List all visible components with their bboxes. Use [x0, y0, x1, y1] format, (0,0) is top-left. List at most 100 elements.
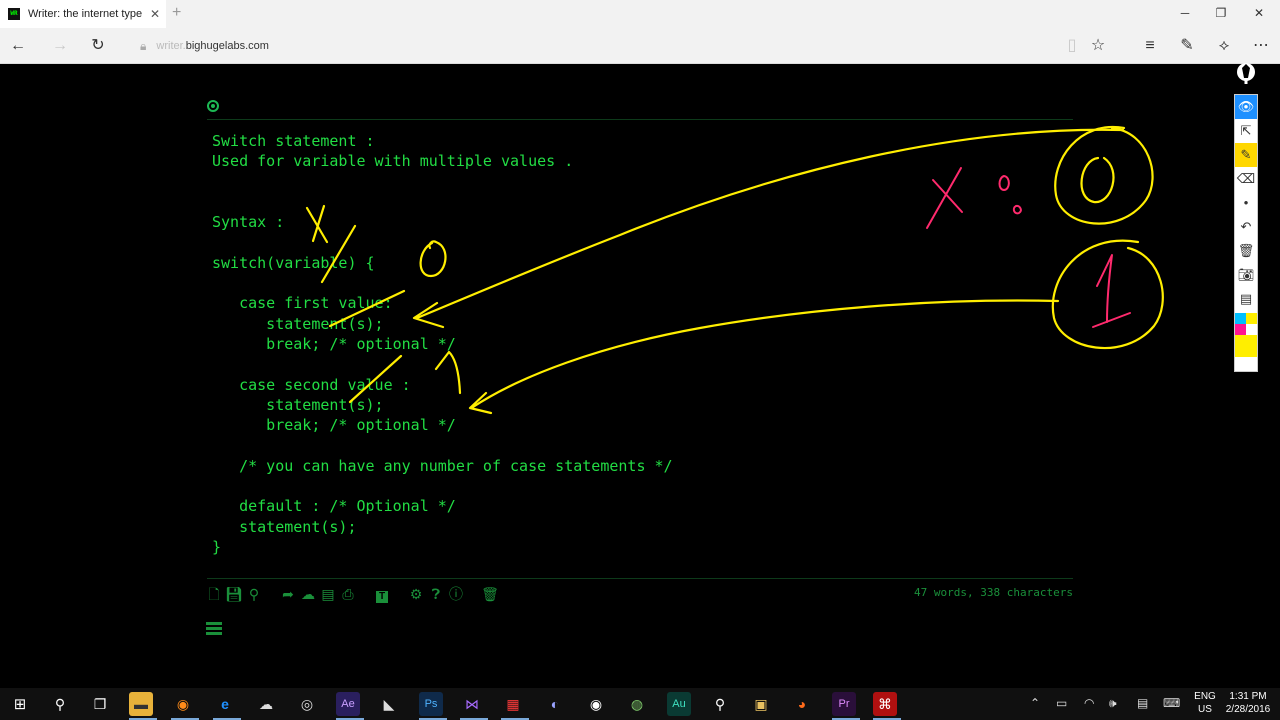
back-arrow-icon[interactable]: ←: [8, 36, 28, 56]
volume-icon[interactable]: 🕪︎: [1109, 696, 1117, 711]
reading-view-icon[interactable]: ▯: [1062, 36, 1082, 56]
media-icon[interactable]: ◉: [584, 692, 608, 716]
navigation-bar: ← → ↻ 🔒︎ writer. bighugelabs.com ▯ ☆ ≡ ✎…: [0, 28, 1280, 64]
tab-close-icon[interactable]: ✕: [150, 7, 160, 21]
drawing-toolbar: 👁︎ ⇱ ✎ ⌫ • ↶ 🗑︎ 📷︎ ▤: [1234, 62, 1258, 372]
premiere-icon[interactable]: Pr: [832, 692, 856, 716]
keyboard-icon[interactable]: ⌨: [1163, 696, 1180, 710]
system-clock[interactable]: 1:31 PM 2/28/2016: [1222, 690, 1274, 716]
share-icon[interactable]: ⟡: [1214, 36, 1234, 56]
region-code: US: [1198, 704, 1212, 715]
eclipse-icon[interactable]: ◐: [543, 692, 567, 716]
code-line: statement(s);: [212, 517, 357, 536]
clock-time: 1:31 PM: [1229, 691, 1267, 702]
code-line: statement(s);: [212, 314, 384, 333]
print-icon[interactable]: ⎙: [338, 584, 358, 604]
trash-icon[interactable]: 🗑︎: [480, 584, 500, 604]
code-line: Used for variable with multiple values .: [212, 152, 574, 171]
after-effects-icon[interactable]: Ae: [336, 692, 360, 716]
pen-tool-icon[interactable]: ⚲: [708, 692, 732, 716]
code-line: case first value:: [212, 294, 393, 313]
code-line: case second value :: [212, 375, 411, 394]
share-icon[interactable]: ➦: [278, 584, 298, 604]
color-swatches: [1235, 313, 1257, 335]
tab-title: Writer: the internet type: [28, 8, 143, 20]
url-domain: bighugelabs.com: [185, 40, 269, 52]
forward-arrow-icon[interactable]: →: [50, 36, 70, 56]
language-code: ENG: [1194, 691, 1216, 702]
new-document-icon[interactable]: 🗋︎: [204, 584, 224, 604]
action-center-icon[interactable]: ▤: [1137, 696, 1148, 710]
hub-icon[interactable]: ≡: [1140, 36, 1160, 56]
code-line: /* you can have any number of case state…: [212, 456, 673, 475]
export-icon[interactable]: ▤: [318, 584, 338, 604]
undo-icon[interactable]: ↶: [1235, 215, 1257, 239]
web-note-icon[interactable]: ✎: [1177, 36, 1197, 56]
search-icon[interactable]: ⚲: [244, 584, 264, 604]
help-icon[interactable]: ❓︎: [426, 584, 446, 604]
cloud-upload-icon[interactable]: ☁: [298, 584, 318, 604]
clock-date: 2/28/2016: [1225, 704, 1271, 715]
eraser-icon[interactable]: ⌫: [1235, 167, 1257, 191]
code-line: switch(variable) {: [212, 253, 375, 272]
show-hidden-icons-icon[interactable]: ⌃: [1030, 696, 1040, 710]
highlighter-icon[interactable]: ✎: [1235, 143, 1257, 167]
status-dot-icon[interactable]: [207, 100, 219, 112]
pen-size-icon[interactable]: •: [1235, 191, 1257, 215]
restore-button[interactable]: ❐: [1211, 6, 1231, 20]
favorite-star-icon[interactable]: ☆: [1088, 36, 1108, 56]
file-explorer-icon[interactable]: ▬: [129, 692, 153, 716]
typography-icon[interactable]: T: [372, 584, 392, 604]
vscode-icon[interactable]: ◣: [377, 692, 401, 716]
edge-icon[interactable]: e: [213, 692, 237, 716]
hamburger-menu-icon[interactable]: [206, 622, 222, 636]
code-line: default : /* Optional */: [212, 497, 456, 516]
android-studio-icon[interactable]: ◍: [625, 692, 649, 716]
task-view-icon[interactable]: ❐: [88, 692, 112, 716]
browser-tab[interactable]: WR Writer: the internet type ✕: [0, 0, 166, 28]
cursor-icon[interactable]: ⇱: [1235, 119, 1257, 143]
address-bar[interactable]: 🔒︎ writer. bighugelabs.com: [140, 35, 1060, 57]
drawing-toolbar-panel: 👁︎ ⇱ ✎ ⌫ • ↶ 🗑︎ 📷︎ ▤: [1234, 94, 1258, 372]
save-icon[interactable]: 💾︎: [224, 584, 244, 604]
video-icon[interactable]: ▣: [749, 692, 773, 716]
refresh-icon[interactable]: ↻: [88, 36, 108, 56]
word-count: 47 words, 338 characters: [914, 586, 1073, 599]
eye-icon[interactable]: 👁︎: [1235, 95, 1257, 119]
info-icon[interactable]: ⓘ: [446, 584, 466, 604]
current-color-swatch[interactable]: [1235, 335, 1257, 357]
swatch-pink[interactable]: [1235, 324, 1246, 335]
pen-tool-icon[interactable]: [1236, 62, 1256, 86]
acrobat-icon[interactable]: ⌘: [873, 692, 897, 716]
browser-icon[interactable]: ◕: [790, 692, 814, 716]
more-icon[interactable]: ⋯: [1251, 36, 1271, 56]
camera-icon[interactable]: 📷︎: [1235, 263, 1257, 287]
text-editor[interactable]: Switch statement : Used for variable with…: [212, 131, 1072, 561]
swatch-white[interactable]: [1246, 324, 1257, 335]
audition-icon[interactable]: Au: [667, 692, 691, 716]
clear-trash-icon[interactable]: 🗑︎: [1235, 239, 1257, 263]
photoshop-icon[interactable]: Ps: [419, 692, 443, 716]
minimize-button[interactable]: ─: [1175, 6, 1195, 20]
settings-gear-icon[interactable]: ⚙: [406, 584, 426, 604]
swatch-yellow[interactable]: [1246, 313, 1257, 324]
search-icon[interactable]: ⚲: [48, 692, 72, 716]
windows-start-icon[interactable]: ⊞: [8, 692, 32, 716]
bottom-divider: [207, 578, 1073, 579]
swatch-cyan[interactable]: [1235, 313, 1246, 324]
visual-studio-icon[interactable]: ⋈: [460, 692, 484, 716]
network-icon[interactable]: ◠: [1084, 696, 1094, 710]
new-tab-button[interactable]: +: [172, 4, 181, 22]
chat-icon[interactable]: ☁: [254, 692, 278, 716]
whiteboard-icon[interactable]: ▤: [1235, 287, 1257, 311]
language-indicator[interactable]: ENG US: [1193, 690, 1217, 716]
battery-icon[interactable]: ▭: [1056, 696, 1067, 710]
app-grid-icon[interactable]: ▦: [501, 692, 525, 716]
obs-icon[interactable]: ◎: [295, 692, 319, 716]
firefox-icon[interactable]: ◉: [171, 692, 195, 716]
close-window-button[interactable]: ✕: [1249, 6, 1269, 20]
